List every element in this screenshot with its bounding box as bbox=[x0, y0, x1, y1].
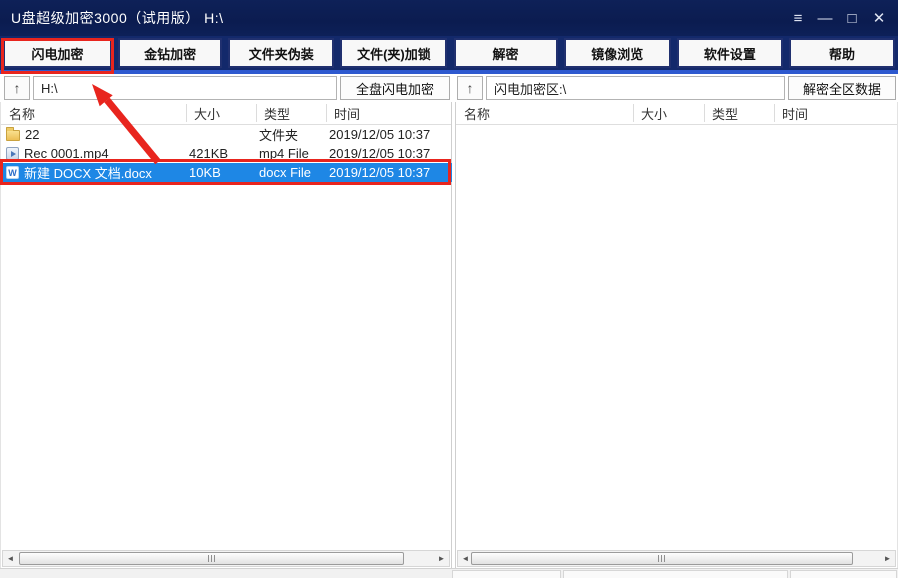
up-arrow-left-button[interactable]: ↑ bbox=[4, 76, 30, 100]
up-arrow-right-button[interactable]: ↑ bbox=[457, 76, 483, 100]
status-segment bbox=[563, 570, 788, 578]
maximize-icon[interactable]: □ bbox=[843, 11, 861, 26]
folder-disguise-button[interactable]: 文件夹伪装 bbox=[228, 38, 334, 68]
path-row: ↑ 全盘闪电加密 ↑ 解密全区数据 bbox=[0, 74, 898, 102]
file-row-mp4[interactable]: Rec 0001.mp4 421KB mp4 File 2019/12/05 1… bbox=[1, 144, 452, 163]
right-column-header: 名称 大小 类型 时间 bbox=[456, 102, 897, 125]
column-divider[interactable] bbox=[326, 104, 327, 122]
scrollbar-grip-icon bbox=[208, 555, 216, 562]
column-header-size[interactable]: 大小 bbox=[186, 104, 256, 123]
docx-file-icon: W bbox=[6, 166, 19, 179]
decrypt-all-zone-button[interactable]: 解密全区数据 bbox=[788, 76, 896, 100]
file-size: 10KB bbox=[186, 165, 256, 180]
column-header-type[interactable]: 类型 bbox=[704, 104, 774, 123]
left-horizontal-scrollbar[interactable]: ◄ ► bbox=[2, 550, 450, 567]
folder-icon bbox=[6, 130, 20, 141]
close-icon[interactable]: ✕ bbox=[870, 11, 888, 26]
column-divider[interactable] bbox=[704, 104, 705, 122]
column-header-time[interactable]: 时间 bbox=[774, 104, 897, 123]
file-name: 22 bbox=[25, 127, 39, 142]
left-file-panel: 名称 大小 类型 时间 22 文件夹 2019/12/05 10:37 Rec … bbox=[0, 102, 452, 568]
right-path-input[interactable] bbox=[486, 76, 785, 100]
scroll-right-arrow-icon[interactable]: ► bbox=[880, 551, 895, 566]
column-divider[interactable] bbox=[256, 104, 257, 122]
right-file-panel: 名称 大小 类型 时间 ◄ ► bbox=[455, 102, 898, 568]
scroll-right-arrow-icon[interactable]: ► bbox=[434, 551, 449, 566]
file-name: Rec 0001.mp4 bbox=[24, 146, 109, 161]
main-toolbar: 闪电加密 金钻加密 文件夹伪装 文件(夹)加锁 解密 镜像浏览 软件设置 帮助 bbox=[0, 36, 898, 74]
file-folder-lock-button[interactable]: 文件(夹)加锁 bbox=[340, 38, 447, 68]
software-settings-button[interactable]: 软件设置 bbox=[677, 38, 783, 68]
column-divider[interactable] bbox=[633, 104, 634, 122]
left-column-header: 名称 大小 类型 时间 bbox=[1, 102, 451, 125]
file-type: docx File bbox=[256, 165, 326, 180]
video-file-icon bbox=[6, 147, 19, 160]
file-row-docx-selected[interactable]: W 新建 DOCX 文档.docx 10KB docx File 2019/12… bbox=[1, 163, 452, 182]
gold-diamond-encrypt-button[interactable]: 金钻加密 bbox=[118, 38, 222, 68]
file-type: mp4 File bbox=[256, 146, 326, 161]
file-size: 421KB bbox=[186, 146, 256, 161]
file-time: 2019/12/05 10:37 bbox=[326, 127, 452, 142]
file-row-folder-22[interactable]: 22 文件夹 2019/12/05 10:37 bbox=[1, 125, 452, 144]
status-bar bbox=[0, 568, 898, 578]
flash-encrypt-button[interactable]: 闪电加密 bbox=[3, 38, 112, 68]
menu-icon[interactable]: ≡ bbox=[789, 11, 807, 26]
window-controls: ≡ — □ ✕ bbox=[789, 0, 888, 36]
column-header-name[interactable]: 名称 bbox=[456, 104, 633, 123]
column-header-size[interactable]: 大小 bbox=[633, 104, 704, 123]
column-divider[interactable] bbox=[186, 104, 187, 122]
scrollbar-grip-icon bbox=[658, 555, 666, 562]
window-title: U盘超级加密3000（试用版） H:\ bbox=[0, 8, 224, 28]
file-time: 2019/12/05 10:37 bbox=[326, 146, 452, 161]
image-browse-button[interactable]: 镜像浏览 bbox=[564, 38, 671, 68]
file-time: 2019/12/05 10:37 bbox=[326, 165, 452, 180]
column-header-time[interactable]: 时间 bbox=[326, 104, 451, 123]
help-button[interactable]: 帮助 bbox=[789, 38, 895, 68]
decrypt-button[interactable]: 解密 bbox=[454, 38, 558, 68]
column-divider[interactable] bbox=[774, 104, 775, 122]
right-horizontal-scrollbar[interactable]: ◄ ► bbox=[457, 550, 896, 567]
left-path-input[interactable] bbox=[33, 76, 337, 100]
full-disk-flash-encrypt-button[interactable]: 全盘闪电加密 bbox=[340, 76, 450, 100]
scrollbar-thumb[interactable] bbox=[471, 552, 853, 565]
scrollbar-thumb[interactable] bbox=[19, 552, 404, 565]
status-segment bbox=[790, 570, 897, 578]
title-bar: U盘超级加密3000（试用版） H:\ ≡ — □ ✕ bbox=[0, 0, 898, 36]
column-header-type[interactable]: 类型 bbox=[256, 104, 326, 123]
file-name: 新建 DOCX 文档.docx bbox=[24, 163, 152, 182]
scroll-left-arrow-icon[interactable]: ◄ bbox=[3, 551, 18, 566]
status-segment bbox=[452, 570, 561, 578]
minimize-icon[interactable]: — bbox=[816, 11, 834, 26]
file-type: 文件夹 bbox=[256, 125, 326, 144]
app-window: U盘超级加密3000（试用版） H:\ ≡ — □ ✕ 闪电加密 金钻加密 文件… bbox=[0, 0, 898, 578]
column-header-name[interactable]: 名称 bbox=[1, 104, 186, 123]
